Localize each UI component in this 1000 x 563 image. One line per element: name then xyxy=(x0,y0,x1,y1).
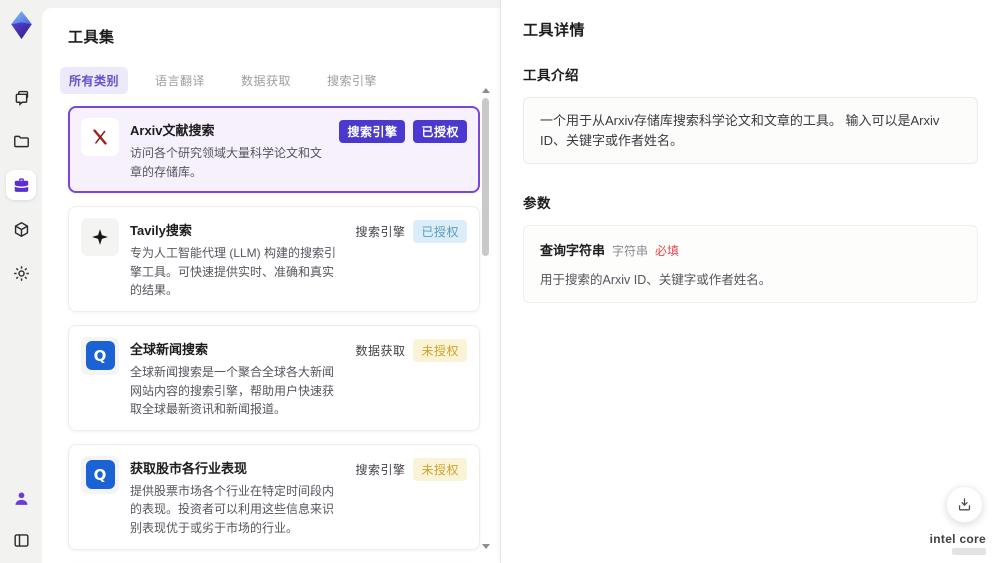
auth-status-badge: 未授权 xyxy=(413,457,467,481)
tool-description: 全球新闻搜索是一个聚合全球各大新闻网站内容的搜索引擎，帮助用户快速获取全球最新资… xyxy=(130,364,335,417)
tool-card-body: Arxiv文献搜索 访问各个研究领域大量科学论文和文章的存储库。 xyxy=(130,118,328,181)
tool-icon: Q xyxy=(81,455,119,494)
scroll-down-arrow-icon[interactable] xyxy=(482,544,490,549)
parameter-required-badge: 必填 xyxy=(655,244,680,258)
tool-description: 访问各个研究领域大量科学论文和文章的存储库。 xyxy=(130,146,323,179)
collapse-panel-button[interactable] xyxy=(6,525,36,555)
tool-name: 获取股市各行业表现 xyxy=(130,460,248,476)
parameter-name: 查询字符串 xyxy=(540,243,606,258)
tool-list: Arxiv文献搜索 访问各个研究领域大量科学论文和文章的存储库。 搜索引擎 已授… xyxy=(68,106,480,563)
category-badge: 搜索引擎 xyxy=(339,120,406,143)
gear-icon xyxy=(13,265,29,281)
tool-detail-panel: 工具详情 工具介绍 一个用于从Arxiv存储库搜索科学论文和文章的工具。 输入可… xyxy=(500,0,1000,563)
tool-card-body: 获取股市各行业表现 提供股票市场各个行业在特定时间段内的表现。投资者可以利用这些… xyxy=(130,456,344,538)
tool-card[interactable]: Q 全球新闻搜索 全球新闻搜索是一个聚合全球各大新闻网站内容的搜索引擎，帮助用户… xyxy=(68,324,480,431)
tool-icon xyxy=(81,118,119,156)
tool-badges: 数据获取 未授权 xyxy=(355,338,467,419)
app-logo-icon xyxy=(10,10,32,40)
tools-panel: 工具集 所有类别 语言翻译 数据获取 搜索引擎 Arxiv文献搜索 访问各个研究领域大… xyxy=(42,8,500,563)
auth-status-badge: 已授权 xyxy=(413,120,467,143)
category-tab-0[interactable]: 所有类别 xyxy=(60,67,129,94)
page-title: 工具集 xyxy=(68,29,115,46)
parameter-description: 用于搜索的Arxiv ID、关键字或作者姓名。 xyxy=(540,273,772,287)
sidebar-item-tools[interactable] xyxy=(6,170,36,200)
tool-icon xyxy=(81,218,119,257)
category-badge: 搜索引擎 xyxy=(355,462,406,477)
brand-text: intel core xyxy=(929,532,986,546)
tool-intro-text: 一个用于从Arxiv存储库搜索科学论文和文章的工具。 输入可以是Arxiv ID… xyxy=(523,97,978,164)
auth-status-badge: 已授权 xyxy=(413,220,467,244)
parameter-type: 字符串 xyxy=(612,244,649,258)
category-tab-1[interactable]: 语言翻译 xyxy=(146,67,214,94)
news-app-icon: Q xyxy=(85,460,115,490)
tool-card[interactable]: Q 获取股市各行业表现 提供股票市场各个行业在特定时间段内的表现。投资者可以利用… xyxy=(68,443,480,550)
toolbox-icon xyxy=(14,177,28,192)
user-icon xyxy=(15,491,27,505)
sidebar-item-files[interactable] xyxy=(6,126,36,156)
tool-description: 提供股票市场各个行业在特定时间段内的表现。投资者可以利用这些信息来识别表现优于或… xyxy=(130,483,335,535)
category-badge: 数据获取 xyxy=(355,343,406,358)
tool-badges: 搜索引擎 已授权 xyxy=(355,220,467,300)
user-avatar-button[interactable] xyxy=(6,483,36,513)
package-icon xyxy=(14,221,28,237)
arxiv-logo-icon xyxy=(93,129,107,145)
category-tab-3[interactable]: 搜索引擎 xyxy=(318,67,386,94)
tool-card[interactable]: Arxiv文献搜索 访问各个研究领域大量科学论文和文章的存储库。 搜索引擎 已授… xyxy=(68,106,480,194)
tool-card-body: 全球新闻搜索 全球新闻搜索是一个聚合全球各大新闻网站内容的搜索引擎，帮助用户快速… xyxy=(130,337,344,419)
tool-name: Arxiv文献搜索 xyxy=(130,123,215,138)
tool-badges: 搜索引擎 未授权 xyxy=(355,457,467,538)
tavily-star-icon xyxy=(92,229,108,246)
sidebar-item-settings[interactable] xyxy=(6,258,36,288)
tool-name: Tavily搜索 xyxy=(130,223,192,239)
tool-card[interactable]: Tavily搜索 专为人工智能代理 (LLM) 构建的搜索引擎工具。可快速提供实… xyxy=(68,206,480,312)
sidebar-item-chat[interactable] xyxy=(6,82,36,112)
list-scrollbar[interactable] xyxy=(481,88,490,549)
sidebar-nav xyxy=(6,82,36,288)
app-window: 工具集 所有类别 语言翻译 数据获取 搜索引擎 Arxiv文献搜索 访问各个研究领域大… xyxy=(0,0,1000,563)
news-app-icon: Q xyxy=(85,341,115,371)
sidebar-item-packages[interactable] xyxy=(6,214,36,244)
brand-badge: intel core xyxy=(930,532,986,555)
tool-description: 专为人工智能代理 (LLM) 构建的搜索引擎工具。可快速提供实时、准确和真实的结… xyxy=(130,246,337,298)
detail-title: 工具详情 xyxy=(523,22,586,39)
intro-heading: 工具介绍 xyxy=(523,68,579,83)
category-badge: 搜索引擎 xyxy=(355,225,406,240)
sidebar-bottom xyxy=(6,483,36,555)
folder-icon xyxy=(13,135,29,147)
tool-card-body: Tavily搜索 专为人工智能代理 (LLM) 构建的搜索引擎工具。可快速提供实… xyxy=(130,218,344,300)
chat-icon xyxy=(15,90,28,106)
parameter-card: 查询字符串 字符串 必填 用于搜索的Arxiv ID、关键字或作者姓名。 xyxy=(523,225,978,303)
download-icon xyxy=(958,498,971,511)
download-button[interactable] xyxy=(946,486,983,523)
tool-icon: Q xyxy=(81,336,119,375)
sidebar xyxy=(0,0,42,563)
tool-name: 全球新闻搜索 xyxy=(130,341,209,357)
category-tab-2[interactable]: 数据获取 xyxy=(232,67,300,94)
scroll-up-arrow-icon[interactable] xyxy=(482,88,490,93)
auth-status-badge: 未授权 xyxy=(413,338,467,362)
tool-badges: 搜索引擎 已授权 xyxy=(339,120,467,181)
params-heading: 参数 xyxy=(523,196,551,211)
panel-layout-icon xyxy=(13,533,29,547)
category-tabs: 所有类别 语言翻译 数据获取 搜索引擎 xyxy=(60,67,500,94)
brand-subtext-bar xyxy=(952,548,986,555)
parameter-header: 查询字符串 字符串 必填 xyxy=(540,240,961,260)
scrollbar-thumb[interactable] xyxy=(482,98,489,256)
